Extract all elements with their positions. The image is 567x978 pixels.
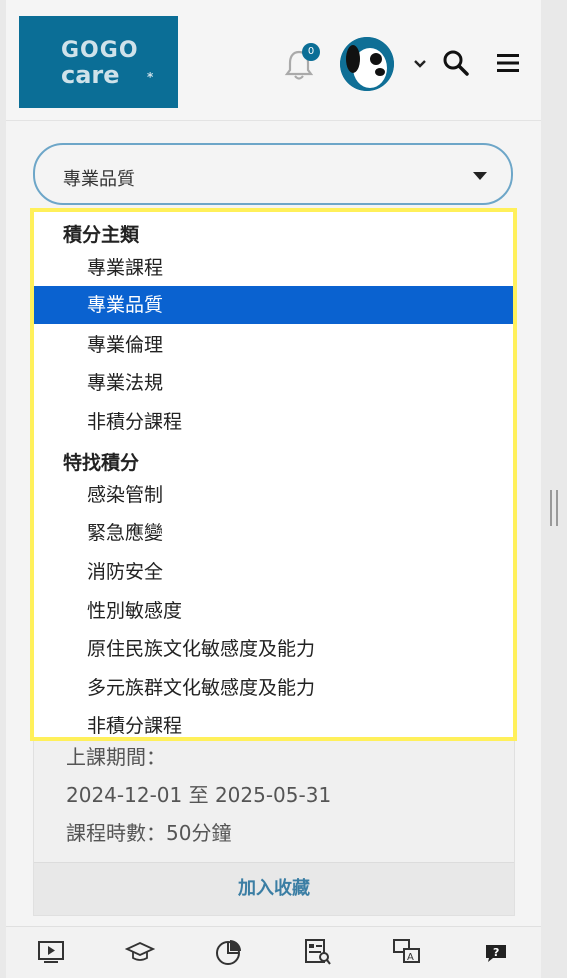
select-arrow-icon — [473, 172, 487, 180]
option-item[interactable]: 原住民族文化敏感度及能力 — [34, 630, 513, 668]
category-select[interactable]: 專業品質 — [33, 143, 513, 205]
optgroup-label: 特找積分 — [63, 452, 140, 474]
option-item[interactable]: 專業課程 — [34, 249, 513, 287]
document-search-icon[interactable] — [303, 937, 333, 967]
option-item[interactable]: 消防安全 — [34, 553, 513, 591]
option-item[interactable]: 緊急應變 — [34, 514, 513, 552]
period-label: 上課期間： — [66, 745, 166, 769]
logo-mark: * — [147, 70, 154, 84]
avatar[interactable] — [340, 37, 394, 91]
logo-text-top: GOGO — [61, 38, 139, 63]
optgroup-label: 積分主類 — [63, 224, 140, 246]
option-item[interactable]: 性別敏感度 — [34, 592, 513, 630]
hamburger-menu-icon[interactable] — [495, 50, 521, 76]
option-item[interactable]: 多元族群文化敏感度及能力 — [34, 669, 513, 707]
course-card: 上課期間： 2024-12-01 至 2025-05-31 課程時數：50分鐘 … — [33, 718, 515, 916]
video-icon[interactable] — [36, 937, 66, 967]
pie-chart-icon[interactable] — [214, 937, 244, 967]
search-icon[interactable] — [441, 48, 471, 78]
bottom-nav: A ? — [6, 926, 541, 978]
gogocare-logo[interactable]: GOGO care * — [19, 16, 178, 108]
help-chat-icon[interactable]: ? — [481, 937, 511, 967]
category-dropdown-list: 積分主類 專業課程 專業品質 專業倫理 專業法規 非積分課程 特找積分 感染管制… — [30, 208, 517, 741]
translate-icon[interactable]: A — [392, 937, 422, 967]
logo-text-bottom: care — [61, 61, 120, 89]
option-item-selected[interactable]: 專業品質 — [34, 286, 513, 324]
option-item[interactable]: 非積分課程 — [34, 403, 513, 441]
option-item[interactable]: 專業法規 — [34, 364, 513, 402]
chevron-down-icon[interactable] — [411, 54, 429, 72]
svg-text:A: A — [407, 952, 414, 963]
graduation-cap-icon[interactable] — [124, 937, 156, 967]
select-value: 專業品質 — [63, 169, 135, 190]
option-item[interactable]: 非積分課程 — [34, 707, 513, 737]
scroll-handle[interactable] — [550, 490, 558, 526]
add-favorite-button[interactable]: 加入收藏 — [34, 862, 514, 915]
notification-badge: 0 — [302, 43, 320, 61]
option-item[interactable]: 專業倫理 — [34, 326, 513, 364]
period-value: 2024-12-01 至 2025-05-31 — [66, 783, 332, 807]
svg-text:?: ? — [493, 946, 499, 959]
option-item[interactable]: 感染管制 — [34, 476, 513, 514]
course-hours: 課程時數：50分鐘 — [66, 821, 232, 845]
